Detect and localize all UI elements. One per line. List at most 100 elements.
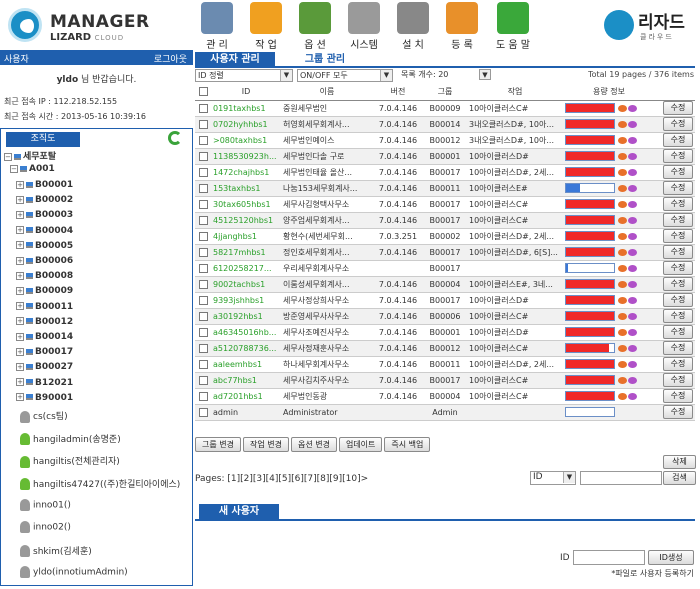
table-row[interactable]: ad7201hbs1 세무법인동광 7.0.4.146 B00004 10아이클러스C#… bbox=[195, 388, 695, 405]
toolbar-button-2[interactable]: 옵 션 bbox=[293, 2, 337, 51]
user-id[interactable]: 1138530923h... bbox=[211, 148, 281, 165]
user-id[interactable]: 30tax605hbs1 bbox=[211, 196, 281, 213]
row-checkbox[interactable] bbox=[198, 199, 208, 209]
edit-button[interactable]: 수정 bbox=[663, 389, 693, 403]
file-register-link[interactable]: *파일로 사용자 등록하기 bbox=[611, 568, 694, 579]
tab-user-management[interactable]: 사용자 관리 bbox=[195, 52, 275, 68]
user-id[interactable]: >080taxhbs1 bbox=[211, 132, 281, 149]
row-checkbox[interactable] bbox=[198, 247, 208, 257]
row-checkbox[interactable] bbox=[198, 263, 208, 273]
toolbar-button-3[interactable]: 시스템 bbox=[342, 2, 386, 51]
row-checkbox[interactable] bbox=[198, 231, 208, 241]
table-row[interactable]: 45125120hbs1 양주엄세무회계사... 7.0.4.146 B00017 10… bbox=[195, 212, 695, 229]
search-input[interactable] bbox=[580, 471, 662, 485]
row-checkbox[interactable] bbox=[198, 279, 208, 289]
row-checkbox[interactable] bbox=[198, 391, 208, 401]
org-tree-tab[interactable]: 조직도 bbox=[6, 132, 80, 147]
user-id[interactable]: 0702hyhhbs1 bbox=[211, 116, 281, 133]
user-id[interactable]: aaleemhbs1 bbox=[211, 356, 281, 373]
tree-node[interactable]: + B00001 bbox=[16, 180, 73, 190]
tab-new-user[interactable]: 새 사용자 bbox=[199, 504, 279, 520]
table-row[interactable]: >080taxhbs1 세무법인예이스 7.0.4.146 B00012 3내오클러스D… bbox=[195, 132, 695, 149]
delete-button[interactable]: 삭제 bbox=[663, 455, 696, 469]
tree-node[interactable]: + B00017 bbox=[16, 347, 73, 357]
tree-user[interactable]: hangiltis47427((주)한길티아이에스) bbox=[20, 477, 180, 490]
edit-button[interactable]: 수정 bbox=[663, 245, 693, 259]
table-row[interactable]: a46345016hb... 세무사조예진사무소 7.0.4.146 B00001 10… bbox=[195, 324, 695, 341]
tree-user[interactable]: inno02() bbox=[20, 521, 71, 533]
table-row[interactable]: 4jjanghbs1 황현수(세번세무회... 7.0.3.251 B00002 10아… bbox=[195, 228, 695, 245]
action-button-1[interactable]: 작업 변경 bbox=[242, 437, 289, 452]
tree-user[interactable]: hangiladmin(송명준) bbox=[20, 432, 121, 445]
toolbar-button-4[interactable]: 설 치 bbox=[391, 2, 435, 51]
action-button-0[interactable]: 그룹 변경 bbox=[195, 437, 241, 452]
sort-select[interactable]: ID 정렬 ▼ bbox=[195, 69, 293, 82]
table-row[interactable]: 1472chajhbs1 세무법인태율 올산... 7.0.4.146 B00017 1… bbox=[195, 164, 695, 181]
table-row[interactable]: 153taxhbs1 나눔153세무회계사... 7.0.4.146 B00011 10… bbox=[195, 180, 695, 197]
edit-button[interactable]: 수정 bbox=[663, 181, 693, 195]
edit-button[interactable]: 수정 bbox=[663, 213, 693, 227]
search-field-select[interactable]: ID ▼ bbox=[530, 471, 576, 485]
tab-group-management[interactable]: 그룹 관리 bbox=[285, 52, 365, 68]
user-id[interactable]: 1472chajhbs1 bbox=[211, 164, 281, 181]
tree-root[interactable]: − 세무포탈 bbox=[4, 149, 56, 162]
user-id[interactable]: a5120788736... bbox=[211, 340, 281, 357]
toolbar-button-5[interactable]: 등 록 bbox=[440, 2, 484, 51]
edit-button[interactable]: 수정 bbox=[663, 101, 693, 115]
user-id[interactable]: 4jjanghbs1 bbox=[211, 228, 281, 245]
table-row[interactable]: 6120258217... 우리세무회계사무소 B00017 수정 bbox=[195, 260, 695, 277]
toolbar-button-1[interactable]: 작 업 bbox=[244, 2, 288, 51]
tree-node[interactable]: + B00009 bbox=[16, 286, 73, 296]
tree-node[interactable]: + B00004 bbox=[16, 226, 73, 236]
pagination[interactable]: Pages: [1][2][3][4][5][6][7][8][9][10]> bbox=[195, 474, 368, 484]
tree-node[interactable]: + B00002 bbox=[16, 195, 73, 205]
row-checkbox[interactable] bbox=[198, 407, 208, 417]
user-id[interactable]: 9002tachbs1 bbox=[211, 276, 281, 293]
table-row[interactable]: 58217mhbs1 정인호세무회계사... 7.0.4.146 B00017 10아이… bbox=[195, 244, 695, 261]
onoff-select[interactable]: ON/OFF 모두 ▼ bbox=[297, 69, 393, 82]
table-row[interactable]: 0191taxhbs1 중원세무법인 7.0.4.146 B00009 10아이클러스C… bbox=[195, 100, 695, 117]
edit-button[interactable]: 수정 bbox=[663, 405, 693, 419]
edit-button[interactable]: 수정 bbox=[663, 117, 693, 131]
tree-node[interactable]: + B12021 bbox=[16, 378, 73, 388]
tree-user[interactable]: inno01() bbox=[20, 498, 71, 511]
edit-button[interactable]: 수정 bbox=[663, 277, 693, 291]
row-checkbox[interactable] bbox=[198, 135, 208, 145]
table-row[interactable]: a5120788736... 세무사정재훈사무소 7.0.4.146 B00012 10… bbox=[195, 340, 695, 357]
tree-node[interactable]: + B00014 bbox=[16, 332, 73, 342]
row-checkbox[interactable] bbox=[198, 183, 208, 193]
table-row[interactable]: 30tax605hbs1 세무사김형택사무소 7.0.4.146 B00017 10아이… bbox=[195, 196, 695, 213]
table-row[interactable]: 1138530923h... 세무법인다솔 구로 7.0.4.146 B00001 10… bbox=[195, 148, 695, 165]
tree-user[interactable]: cs(cs팀) bbox=[20, 409, 68, 423]
table-row[interactable]: 9002tachbs1 이룸성세무회계사... 7.0.4.146 B00004 10아… bbox=[195, 276, 695, 293]
user-id[interactable]: 9393jshhbs1 bbox=[211, 292, 281, 309]
tree-node[interactable]: + B00003 bbox=[16, 210, 73, 220]
row-checkbox[interactable] bbox=[198, 311, 208, 321]
toolbar-button-6[interactable]: 도 움 말 bbox=[491, 2, 535, 51]
select-all-checkbox[interactable] bbox=[198, 87, 208, 97]
row-checkbox[interactable] bbox=[198, 167, 208, 177]
action-button-2[interactable]: 옵션 변경 bbox=[290, 437, 337, 452]
tree-node[interactable]: + B00006 bbox=[16, 256, 73, 266]
user-id[interactable]: 58217mhbs1 bbox=[211, 244, 281, 261]
action-button-3[interactable]: 업데이트 bbox=[338, 437, 383, 452]
edit-button[interactable]: 수정 bbox=[663, 357, 693, 371]
edit-button[interactable]: 수정 bbox=[663, 229, 693, 243]
tree-user[interactable]: yldo(innotiumAdmin) bbox=[20, 566, 128, 578]
table-row[interactable]: admin Administrator Admin 수정 bbox=[195, 404, 695, 421]
tree-node[interactable]: + B90001 bbox=[16, 393, 73, 403]
table-row[interactable]: 0702hyhhbs1 허영회세무회계사... 7.0.4.146 B00014 3내오… bbox=[195, 116, 695, 133]
edit-button[interactable]: 수정 bbox=[663, 293, 693, 307]
row-checkbox[interactable] bbox=[198, 103, 208, 113]
edit-button[interactable]: 수정 bbox=[663, 133, 693, 147]
edit-button[interactable]: 수정 bbox=[663, 261, 693, 275]
row-checkbox[interactable] bbox=[198, 375, 208, 385]
tree-group[interactable]: − A001 bbox=[10, 164, 55, 174]
user-id[interactable]: 153taxhbs1 bbox=[211, 180, 281, 197]
edit-button[interactable]: 수정 bbox=[663, 165, 693, 179]
user-id[interactable]: ad7201hbs1 bbox=[211, 388, 281, 405]
tree-node[interactable]: + B00008 bbox=[16, 271, 73, 281]
table-row[interactable]: abc77hbs1 세무사김치주사무소 7.0.4.146 B00017 10아이클러스… bbox=[195, 372, 695, 389]
logout-link[interactable]: 로그아웃 bbox=[154, 52, 187, 65]
edit-button[interactable]: 수정 bbox=[663, 341, 693, 355]
